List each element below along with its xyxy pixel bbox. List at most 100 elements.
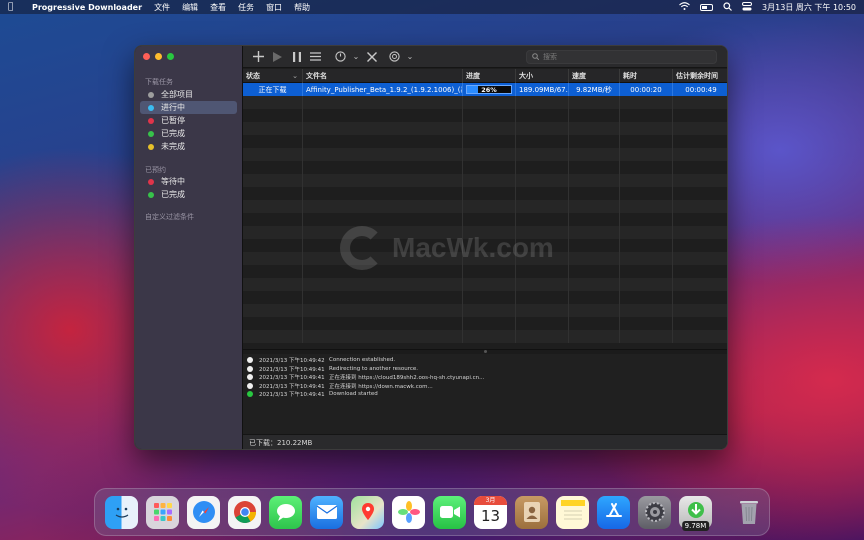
facetime-icon[interactable] xyxy=(433,495,466,529)
empty-cell xyxy=(673,291,727,304)
status-dot-icon xyxy=(148,178,154,185)
messages-icon[interactable] xyxy=(269,495,302,529)
column-speed[interactable]: 速度 xyxy=(569,69,620,83)
add-download-button[interactable] xyxy=(249,49,268,65)
launchpad-icon[interactable] xyxy=(146,495,179,529)
progressive-downloader-icon[interactable]: 9.78M xyxy=(679,495,712,531)
empty-cell xyxy=(673,148,727,161)
empty-row xyxy=(243,278,727,291)
empty-cell xyxy=(620,239,673,252)
calendar-icon[interactable]: 3月 13 xyxy=(474,495,507,529)
sidebar-custom-filters[interactable]: 自定义过滤条件 xyxy=(145,212,194,222)
splitter-handle[interactable] xyxy=(484,350,487,353)
chrome-icon[interactable] xyxy=(228,495,261,529)
menu-file[interactable]: 文件 xyxy=(154,2,170,13)
chevron-down-icon[interactable]: ⌄ xyxy=(404,49,416,65)
pause-icon[interactable] xyxy=(287,49,306,65)
sidebar-item-incomplete[interactable]: 未完成 xyxy=(140,140,237,153)
battery-icon[interactable] xyxy=(700,3,714,11)
empty-cell xyxy=(673,187,727,200)
sidebar-item-label: 等待中 xyxy=(161,177,185,186)
close-window-button[interactable] xyxy=(143,53,150,60)
search-field[interactable]: 搜索 xyxy=(526,50,717,64)
sidebar-item-active[interactable]: 进行中 xyxy=(140,101,237,114)
empty-cell xyxy=(673,330,727,343)
log-entry: 2021/3/13 下午10:49:42 Connection establis… xyxy=(243,356,727,365)
empty-cell xyxy=(243,304,303,317)
play-icon[interactable] xyxy=(268,49,287,65)
menu-clock[interactable]: 3月13日 周六 下午 10:50 xyxy=(762,2,856,13)
column-label: 状态 xyxy=(246,72,260,80)
column-filename[interactable]: 文件名 xyxy=(303,69,463,83)
sidebar-item-waiting[interactable]: 等待中 xyxy=(140,175,237,188)
log-message: Redirecting to another resource. xyxy=(329,365,418,372)
notes-icon[interactable] xyxy=(556,495,589,529)
safari-icon[interactable] xyxy=(187,495,220,529)
schedule-clock-icon[interactable] xyxy=(331,49,350,65)
maps-icon[interactable] xyxy=(351,495,384,529)
close-icon[interactable] xyxy=(362,49,381,65)
mail-icon[interactable] xyxy=(310,495,343,529)
row-remaining: 00:00:49 xyxy=(685,85,717,94)
menu-edit[interactable]: 编辑 xyxy=(182,2,198,13)
log-status-dot-icon xyxy=(247,357,253,364)
finder-icon[interactable] xyxy=(105,495,138,529)
log-entry: 2021/3/13 下午10:49:41 Download started xyxy=(243,390,727,399)
menu-help[interactable]: 帮助 xyxy=(294,2,310,13)
empty-cell xyxy=(673,96,727,109)
sidebar-item-all[interactable]: 全部项目 xyxy=(140,88,237,101)
list-icon[interactable] xyxy=(306,49,325,65)
menu-app-name[interactable]: Progressive Downloader xyxy=(32,3,142,12)
empty-row xyxy=(243,161,727,174)
sidebar-section-scheduled: 已预约 xyxy=(145,166,166,174)
search-icon[interactable] xyxy=(723,1,732,13)
photos-icon[interactable] xyxy=(392,495,425,529)
log-time: 2021/3/13 下午10:49:41 xyxy=(259,383,325,390)
empty-cell xyxy=(620,213,673,226)
empty-cell xyxy=(303,109,463,122)
column-elapsed[interactable]: 耗时 xyxy=(620,69,673,83)
table-row[interactable]: 正在下载 Affinity_Publisher_Beta_1.9.2_(1.9.… xyxy=(243,83,727,96)
column-label: 速度 xyxy=(572,72,586,80)
zoom-window-button[interactable] xyxy=(167,53,174,60)
column-status[interactable]: 状态 ⌄ xyxy=(243,69,303,83)
empty-cell xyxy=(243,226,303,239)
status-dot-icon xyxy=(148,143,154,150)
chevron-down-icon[interactable]: ⌄ xyxy=(350,49,362,65)
column-remaining[interactable]: 估计剩余时间 xyxy=(673,69,727,83)
app-store-icon[interactable] xyxy=(597,495,630,529)
downloaded-total: 已下载：210.22MB xyxy=(249,439,313,447)
menu-task[interactable]: 任务 xyxy=(238,2,254,13)
empty-cell xyxy=(673,304,727,317)
control-center-icon[interactable] xyxy=(742,1,753,13)
empty-row xyxy=(243,330,727,343)
chevron-down-icon: ⌄ xyxy=(292,72,298,80)
empty-cell xyxy=(620,174,673,187)
menu-window[interactable]: 窗口 xyxy=(266,2,282,13)
column-progress[interactable]: 进度 xyxy=(463,69,516,83)
search-icon xyxy=(532,52,540,62)
minimize-window-button[interactable] xyxy=(155,53,162,60)
sidebar-item-scheduled-completed[interactable]: 已完成 xyxy=(140,188,237,201)
empty-cell xyxy=(243,174,303,187)
apple-menu-icon[interactable]:  xyxy=(8,2,18,12)
menu-view[interactable]: 查看 xyxy=(210,2,226,13)
empty-cell xyxy=(673,174,727,187)
system-preferences-icon[interactable] xyxy=(638,495,671,529)
empty-cell xyxy=(516,291,569,304)
trash-icon[interactable] xyxy=(732,496,765,529)
search-placeholder: 搜索 xyxy=(543,53,557,61)
wifi-icon[interactable] xyxy=(679,2,690,12)
log-panel: 2021/3/13 下午10:49:42 Connection establis… xyxy=(243,354,727,434)
sidebar-item-completed[interactable]: 已完成 xyxy=(140,127,237,140)
speed-limit-icon[interactable] xyxy=(385,49,404,65)
sidebar-item-paused[interactable]: 已暂停 xyxy=(140,114,237,127)
empty-cell xyxy=(673,317,727,330)
column-size[interactable]: 大小 xyxy=(516,69,569,83)
sidebar-item-label: 已完成 xyxy=(161,190,185,199)
log-message: Connection established. xyxy=(329,357,396,364)
contacts-icon[interactable] xyxy=(515,495,548,529)
empty-cell xyxy=(673,278,727,291)
empty-cell xyxy=(620,161,673,174)
watermark: MacWk.com xyxy=(340,226,554,270)
